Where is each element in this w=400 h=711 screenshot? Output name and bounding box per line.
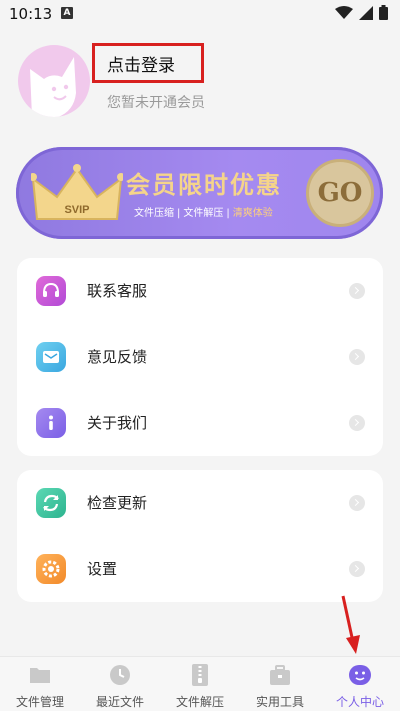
status-indicators	[335, 5, 388, 20]
go-button[interactable]: GO	[306, 159, 374, 227]
nav-label-file-manager: 文件管理	[15, 695, 64, 709]
vip-status-text: 您暂未开通会员	[107, 95, 205, 111]
banner-tag-extract: 文件解压	[183, 208, 224, 219]
menu-label-settings: 设置	[87, 560, 118, 578]
menu-label-feedback: 意见反馈	[87, 348, 148, 366]
banner-tag-compress: 文件压缩	[134, 208, 174, 219]
headset-icon	[36, 276, 66, 306]
folder-icon	[30, 668, 50, 683]
wifi-icon	[335, 5, 353, 19]
annotation-arrow-icon	[341, 595, 360, 654]
status-time: 10:13	[9, 5, 53, 23]
nav-label-recent-files: 最近文件	[95, 695, 144, 709]
nav-item-recent-files[interactable]: 最近文件	[80, 657, 160, 711]
cell-signal-icon	[359, 5, 373, 20]
profile-smile-icon	[349, 665, 371, 685]
feedback-mail-icon	[36, 342, 66, 372]
chevron-right-icon	[349, 561, 365, 577]
menu-item-about-us[interactable]: 关于我们	[17, 390, 383, 456]
nav-item-extract[interactable]: 文件解压	[160, 657, 240, 711]
chevron-right-icon	[349, 349, 365, 365]
refresh-icon	[36, 488, 66, 518]
login-button[interactable]: 点击登录	[92, 43, 204, 83]
chevron-right-icon	[349, 415, 365, 431]
toolbox-icon	[270, 665, 290, 685]
vip-promo-banner[interactable]: SVIP 会员限时优惠 文件压缩 | 文件解压 | 清爽体验 GO	[16, 147, 383, 239]
cat-avatar-icon	[30, 57, 76, 117]
notification-a-icon: A	[61, 7, 73, 19]
nav-label-extract: 文件解压	[175, 695, 224, 709]
zip-icon	[192, 664, 208, 686]
menu-item-check-update[interactable]: 检查更新	[17, 470, 383, 536]
crown-icon: SVIP	[31, 164, 123, 220]
menu-label-contact-support: 联系客服	[87, 282, 148, 300]
menu-label-about-us: 关于我们	[87, 414, 148, 432]
nav-item-profile[interactable]: 个人中心	[320, 657, 400, 711]
banner-title: 会员限时优惠	[126, 171, 282, 199]
clock-icon	[110, 665, 130, 685]
nav-label-tools: 实用工具	[255, 695, 304, 709]
battery-icon	[379, 5, 388, 20]
svip-label: SVIP	[64, 204, 89, 216]
menu-item-feedback[interactable]: 意见反馈	[17, 324, 383, 390]
banner-tags: 文件压缩 | 文件解压 | 清爽体验	[134, 208, 273, 219]
menu-label-check-update: 检查更新	[87, 494, 148, 512]
menu-item-contact-support[interactable]: 联系客服	[17, 258, 383, 324]
chevron-right-icon	[349, 283, 365, 299]
menu-item-settings[interactable]: 设置	[17, 536, 383, 602]
avatar[interactable]	[18, 45, 90, 117]
profile-header: 点击登录 您暂未开通会员	[18, 43, 378, 125]
menu-card-support: 联系客服 意见反馈 关于我们	[17, 258, 383, 456]
status-bar: 10:13 A	[0, 0, 400, 28]
menu-card-app: 检查更新 设置	[17, 470, 383, 602]
chevron-right-icon	[349, 495, 365, 511]
nav-item-tools[interactable]: 实用工具	[240, 657, 320, 711]
gear-icon	[36, 554, 66, 584]
bottom-nav: 文件管理 最近文件 文件解压 实用工具 个人中心	[0, 656, 400, 711]
info-icon	[36, 408, 66, 438]
banner-tag-clean: 清爽体验	[232, 208, 273, 219]
nav-item-file-manager[interactable]: 文件管理	[0, 657, 80, 711]
nav-label-profile: 个人中心	[335, 695, 384, 709]
